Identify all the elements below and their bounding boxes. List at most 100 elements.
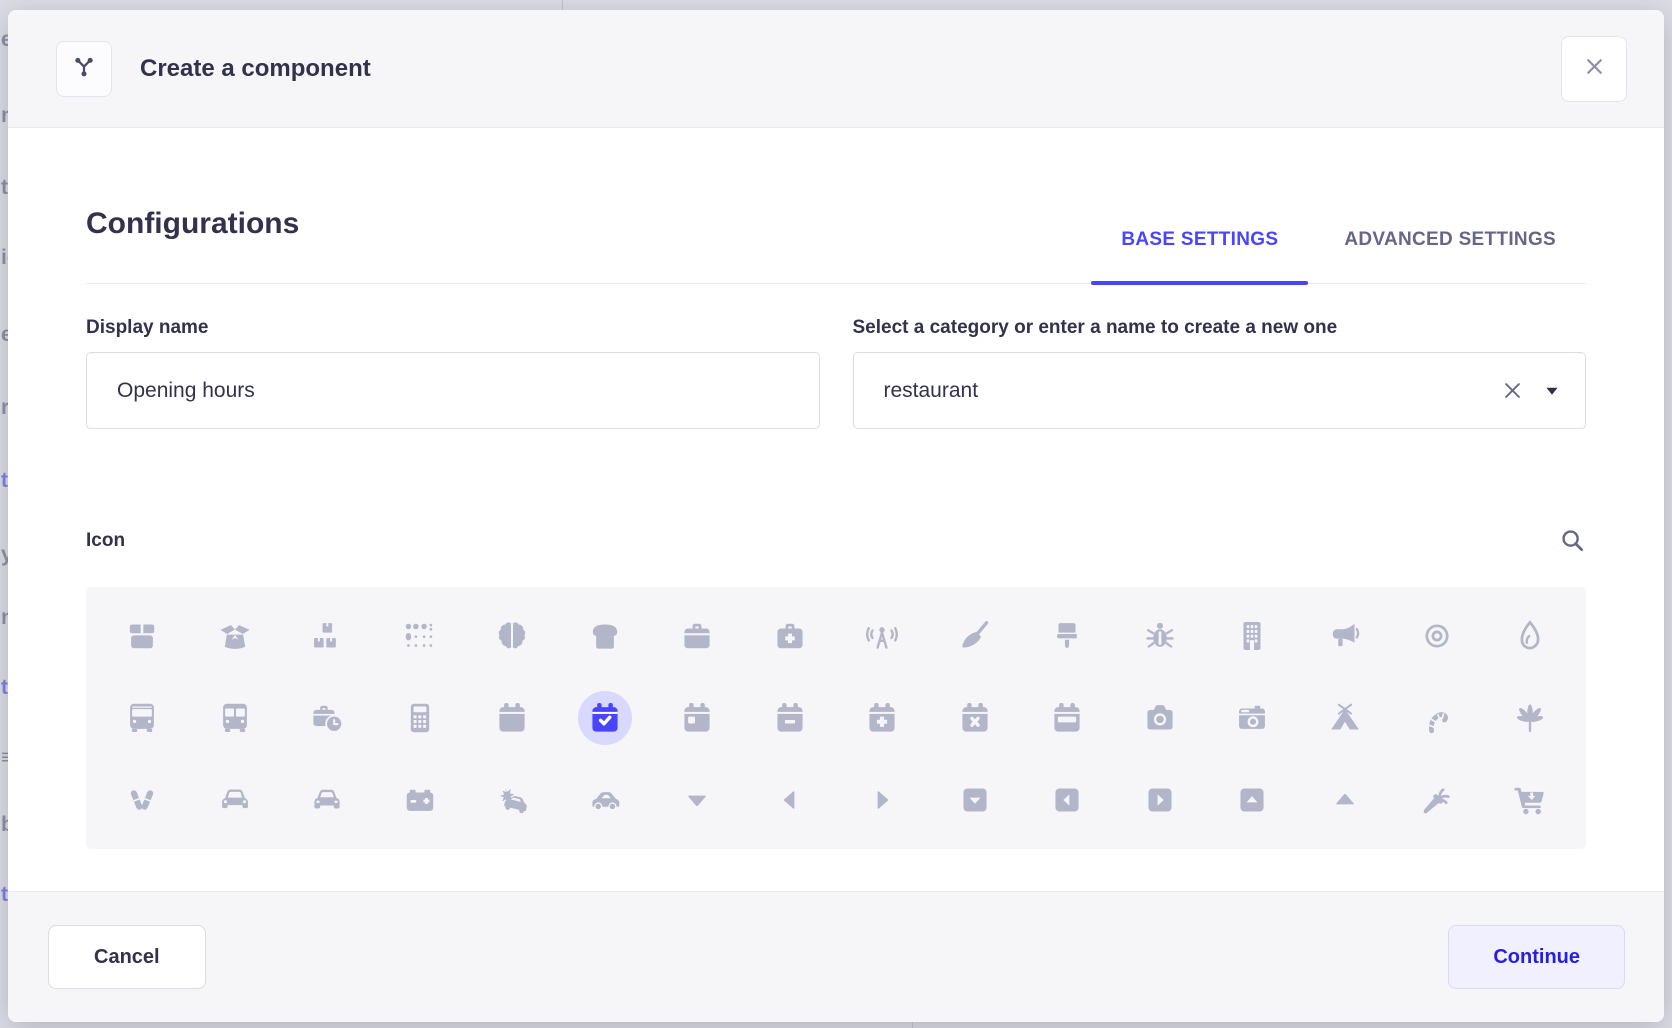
icon-option-building[interactable] (1206, 595, 1299, 677)
bus-alt-icon (208, 691, 262, 745)
caret-square-right-icon (1133, 773, 1187, 827)
display-name-label: Display name (86, 317, 820, 339)
icon-option-caret-square-left[interactable] (1021, 759, 1114, 841)
icon-option-car[interactable] (189, 759, 282, 841)
display-name-field-group: Display name (86, 317, 820, 429)
cancel-button[interactable]: Cancel (48, 925, 206, 989)
boxes-icon (300, 609, 354, 663)
icon-option-camera[interactable] (1114, 677, 1207, 759)
calendar-minus-icon (763, 691, 817, 745)
icon-option-brush[interactable] (1021, 595, 1114, 677)
clear-selection-icon[interactable] (1501, 379, 1524, 402)
icon-option-calendar-minus[interactable] (744, 677, 837, 759)
calendar-icon (485, 691, 539, 745)
broadcast-tower-icon (855, 609, 909, 663)
icon-option-campground[interactable] (1299, 677, 1392, 759)
icon-option-bus[interactable] (96, 677, 189, 759)
icon-option-brain[interactable] (466, 595, 559, 677)
category-label: Select a category or enter a name to cre… (853, 317, 1587, 339)
bug-icon (1133, 609, 1187, 663)
icon-option-calendar-day[interactable] (651, 677, 744, 759)
calendar-plus-icon (855, 691, 909, 745)
icon-option-caret-square-right[interactable] (1114, 759, 1207, 841)
icon-option-calendar-week[interactable] (1021, 677, 1114, 759)
camera-retro-icon (1225, 691, 1279, 745)
icon-option-caret-down[interactable] (651, 759, 744, 841)
chevron-down-icon[interactable] (1545, 386, 1559, 396)
calendar-day-icon (670, 691, 724, 745)
icon-option-caret-up[interactable] (1299, 759, 1392, 841)
tab-advanced-settings[interactable]: ADVANCED SETTINGS (1314, 229, 1586, 283)
icon-option-cart-arrow-down[interactable] (1484, 759, 1577, 841)
icon-option-bus-alt[interactable] (189, 677, 282, 759)
box-icon (115, 609, 169, 663)
display-name-input[interactable] (86, 352, 820, 429)
carrot-icon (1410, 773, 1464, 827)
search-icon[interactable] (1559, 527, 1586, 554)
icon-option-car-crash[interactable] (466, 759, 559, 841)
icon-option-caret-right[interactable] (836, 759, 929, 841)
icon-option-braille[interactable] (374, 595, 467, 677)
candy-cane-icon (1410, 691, 1464, 745)
burn-icon (1503, 609, 1557, 663)
icon-option-carrot[interactable] (1391, 759, 1484, 841)
tab-base-settings[interactable]: BASE SETTINGS (1091, 229, 1308, 283)
category-select[interactable]: restaurant (853, 352, 1587, 429)
business-time-icon (300, 691, 354, 745)
backdrop-text-fragment: t (1, 676, 8, 700)
icon-option-caret-left[interactable] (744, 759, 837, 841)
icon-option-bullseye[interactable] (1391, 595, 1484, 677)
icon-option-broadcast-tower[interactable] (836, 595, 929, 677)
icon-option-capsules[interactable] (96, 759, 189, 841)
icon-option-bread-slice[interactable] (559, 595, 652, 677)
calendar-week-icon (1040, 691, 1094, 745)
icon-option-box-open[interactable] (189, 595, 282, 677)
icon-option-box[interactable] (96, 595, 189, 677)
icon-option-calendar-times[interactable] (929, 677, 1022, 759)
icon-option-camera-retro[interactable] (1206, 677, 1299, 759)
car-crash-icon (485, 773, 539, 827)
braille-icon (393, 609, 447, 663)
bullseye-icon (1410, 609, 1464, 663)
icon-option-bullhorn[interactable] (1299, 595, 1392, 677)
camera-icon (1133, 691, 1187, 745)
caret-right-icon (855, 773, 909, 827)
icon-option-car-side[interactable] (559, 759, 652, 841)
brush-icon (1040, 609, 1094, 663)
calendar-times-icon (948, 691, 1002, 745)
backdrop-text-fragment: t (1, 469, 8, 493)
cannabis-icon (1503, 691, 1557, 745)
caret-up-icon (1318, 773, 1372, 827)
calendar-check-icon (578, 691, 632, 745)
bullhorn-icon (1318, 609, 1372, 663)
icon-option-car-alt[interactable] (281, 759, 374, 841)
icon-option-burn[interactable] (1484, 595, 1577, 677)
icon-option-calendar-plus[interactable] (836, 677, 929, 759)
icon-picker-grid (86, 587, 1586, 849)
icon-option-car-battery[interactable] (374, 759, 467, 841)
icon-option-briefcase[interactable] (651, 595, 744, 677)
briefcase-icon (670, 609, 724, 663)
icon-option-briefcase-medical[interactable] (744, 595, 837, 677)
building-icon (1225, 609, 1279, 663)
icon-option-business-time[interactable] (281, 677, 374, 759)
icon-option-calendar-check[interactable] (559, 677, 652, 759)
component-icon-box (56, 41, 112, 97)
close-button[interactable] (1561, 36, 1627, 102)
backdrop-line (912, 1022, 913, 1028)
icon-option-cannabis[interactable] (1484, 677, 1577, 759)
icon-option-bug[interactable] (1114, 595, 1207, 677)
continue-button[interactable]: Continue (1448, 925, 1625, 989)
icon-option-caret-square-down[interactable] (929, 759, 1022, 841)
backdrop-text-fragment: t (1, 176, 8, 200)
icon-option-calculator[interactable] (374, 677, 467, 759)
briefcase-medical-icon (763, 609, 817, 663)
create-component-modal: Create a component Configurations BASE S… (8, 10, 1664, 1022)
caret-left-icon (763, 773, 817, 827)
icon-option-broom[interactable] (929, 595, 1022, 677)
modal-body: Configurations BASE SETTINGS ADVANCED SE… (8, 128, 1664, 891)
icon-option-caret-square-up[interactable] (1206, 759, 1299, 841)
icon-option-candy-cane[interactable] (1391, 677, 1484, 759)
icon-option-calendar[interactable] (466, 677, 559, 759)
icon-option-boxes[interactable] (281, 595, 374, 677)
